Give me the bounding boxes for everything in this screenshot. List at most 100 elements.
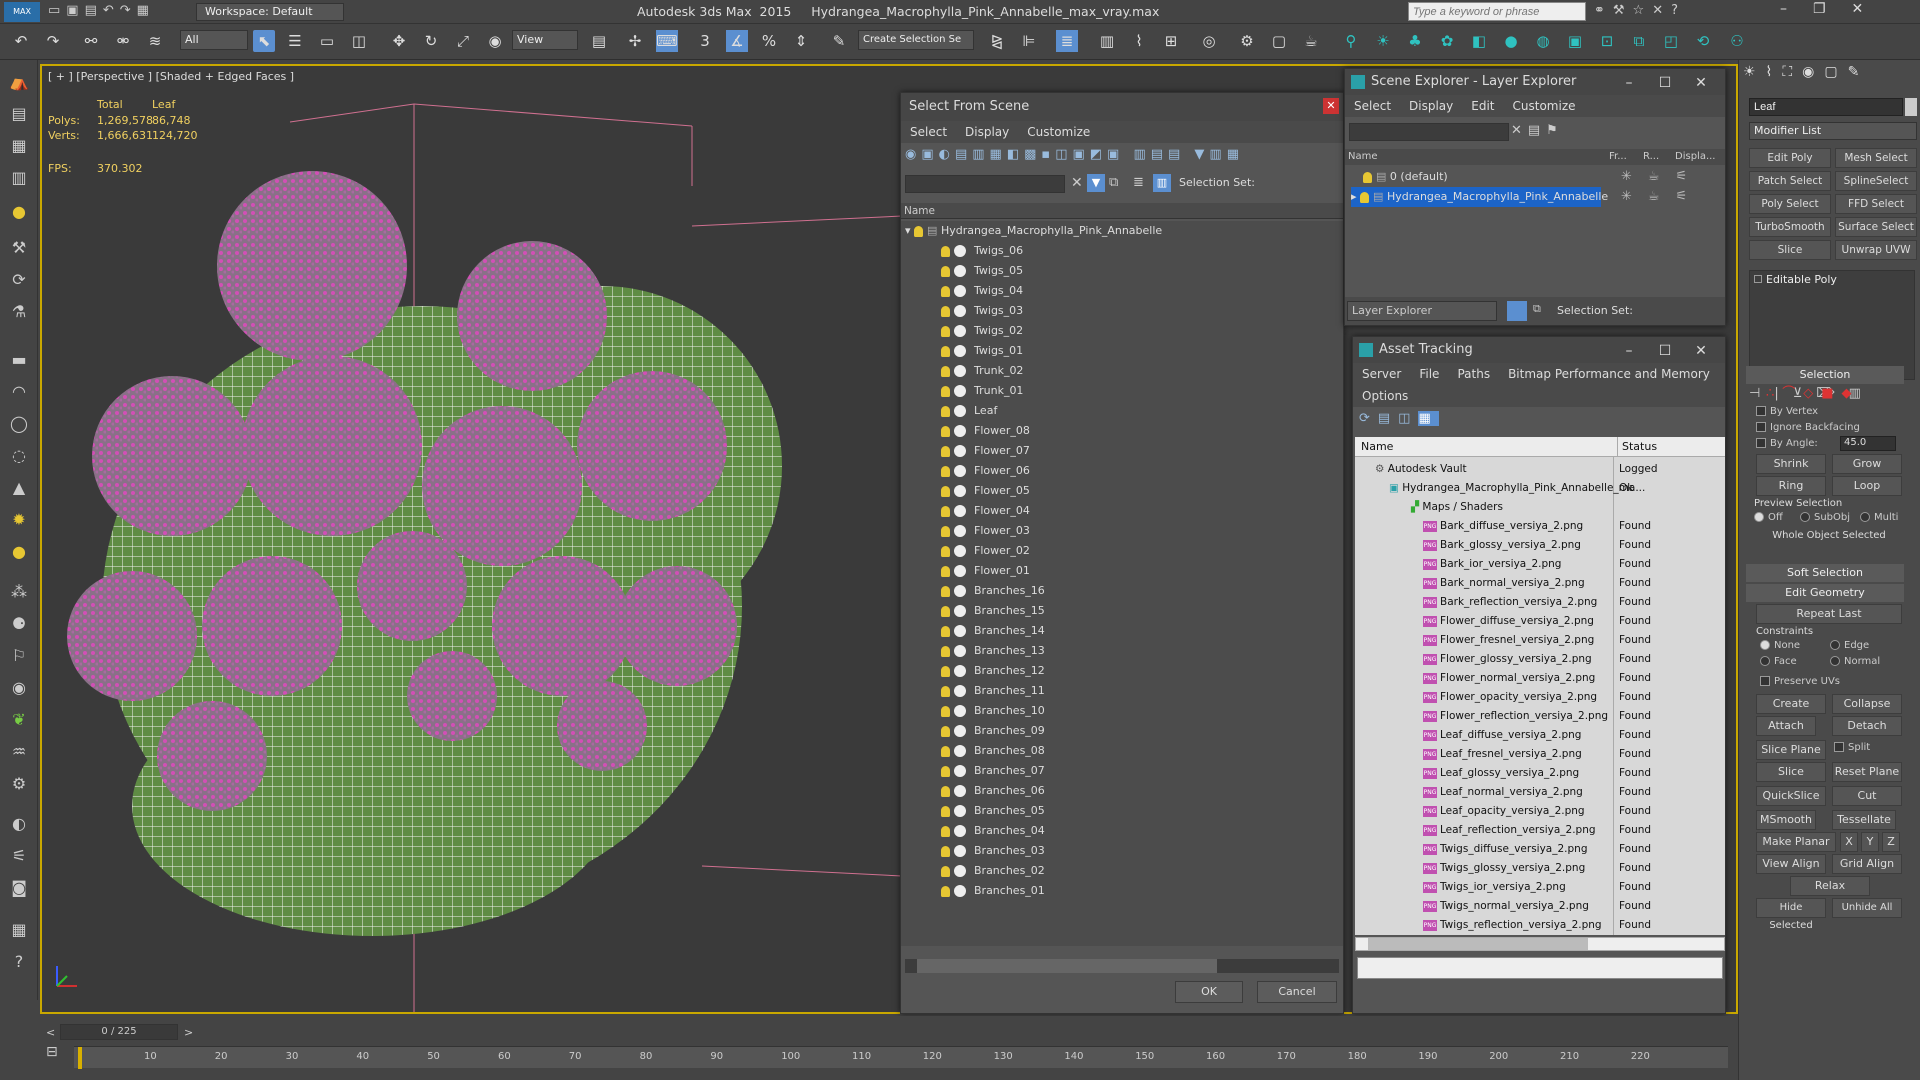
planar-x-button[interactable]: X [1840,832,1858,852]
asset-row-vault[interactable]: ⚙ Autodesk Vault [1375,459,1467,479]
visibility-bulb-icon[interactable] [941,745,950,757]
reset-plane-button[interactable]: Reset Plane [1832,762,1902,782]
cut-button[interactable]: Cut [1832,786,1902,806]
scene-item-row[interactable]: Branches_08 [941,741,1045,761]
preview-off-radio[interactable]: Off [1754,512,1783,523]
select-manipulate-icon[interactable]: ✢ [624,30,646,52]
asset-row-maps[interactable]: ▞ Maps / Shaders [1411,497,1503,517]
col-freeze[interactable]: Fr... [1609,149,1627,165]
modifier-button[interactable]: Patch Select [1749,171,1831,191]
tools-icon[interactable]: ⚟ [6,844,32,868]
cone-icon[interactable]: ▲ [6,476,32,500]
constraint-normal-radio[interactable]: Normal [1830,656,1880,667]
grid-icon[interactable]: ▦ [6,918,32,942]
maximize-icon[interactable]: ☐ [1647,337,1683,365]
hierarchy-icon[interactable]: ⧉ [1109,175,1118,190]
vray-ir-icon[interactable]: ⧉ [1628,30,1650,52]
col-name[interactable]: Name [1348,149,1378,165]
sphere-icon[interactable]: ◯ [6,412,32,436]
placement-icon[interactable]: ◉ [484,30,506,52]
hair-icon[interactable]: ♒ [6,740,32,764]
slice-button[interactable]: Slice [1756,762,1826,782]
visibility-bulb-icon[interactable] [941,865,950,877]
current-frame-marker[interactable] [78,1047,82,1069]
align-icon[interactable]: ⊫ [1018,30,1040,52]
visibility-bulb-icon[interactable] [941,485,950,497]
visibility-bulb-icon[interactable] [941,505,950,517]
close-icon[interactable]: ✕ [1683,69,1719,97]
menu-display[interactable]: Display [1400,95,1462,117]
planar-z-button[interactable]: Z [1882,832,1900,852]
scene-item-row[interactable]: Flower_08 [941,421,1030,441]
selection-filter-dropdown[interactable]: All [180,30,248,50]
material-editor-icon[interactable]: ◎ [1198,30,1220,52]
reference-coord-dropdown[interactable]: View [512,30,578,50]
object-name-field[interactable] [1749,98,1903,116]
stack-item-editable-poly[interactable]: Editable Poly [1750,271,1914,288]
curve-editor-icon[interactable]: ⌇ [1128,30,1150,52]
by-angle-check[interactable]: By Angle: [1756,438,1818,449]
modifier-button[interactable]: SplineSelect [1835,171,1917,191]
visibility-bulb-icon[interactable] [941,605,950,617]
scene-item-row[interactable]: Branches_11 [941,681,1045,701]
scene-item-row[interactable]: Leaf [941,401,997,421]
subobject-level-icons[interactable]: ∴⌒◇■◆ [1766,382,1860,401]
visibility-bulb-icon[interactable] [941,325,950,337]
scene-item-row[interactable]: Flower_06 [941,461,1030,481]
scene-item-row[interactable]: Flower_07 [941,441,1030,461]
vray-toggle-icon[interactable]: ⟲ [1692,30,1714,52]
material-icon[interactable]: ◐ [6,812,32,836]
scale-icon[interactable]: ⤢ [452,30,474,52]
asset-map-row[interactable]: PNG Bark_glossy_versiya_2.png [1423,535,1581,555]
scene-item-row[interactable]: Twigs_03 [941,301,1023,321]
visibility-bulb-icon[interactable] [941,585,950,597]
close-icon[interactable]: ✕ [1683,337,1719,365]
asset-map-row[interactable]: PNG Flower_reflection_versiya_2.png [1423,706,1608,726]
command-panel-tabs[interactable]: ☀⌇⛶◉▢✎ [1743,64,1869,80]
light-icon[interactable]: ● [6,200,32,224]
create-icon[interactable]: ⛺ [6,70,32,94]
scene-item-row[interactable]: Branches_09 [941,721,1045,741]
asset-path-input[interactable] [1357,957,1723,979]
attach-button[interactable]: Attach [1756,716,1816,736]
angle-snap-icon[interactable]: ∡ [726,30,748,52]
modifier-button[interactable]: Surface Select [1835,217,1917,237]
rotate-icon[interactable]: ↻ [420,30,442,52]
hierarchy-mode-icon[interactable]: ⧉ [1533,302,1541,316]
visibility-bulb-icon[interactable] [941,645,950,657]
particle-icon[interactable]: ⁂ [6,580,32,604]
menu-server[interactable]: Server [1353,363,1410,385]
asset-map-row[interactable]: PNG Leaf_normal_versiya_2.png [1423,782,1583,802]
grid-align-button[interactable]: Grid Align [1832,854,1902,874]
asset-map-row[interactable]: PNG Flower_diffuse_versiya_2.png [1423,611,1594,631]
close-icon[interactable]: ✕ [1323,98,1339,114]
infocenter-icons[interactable]: ⚭⚒☆✕? [1594,3,1686,18]
visibility-bulb-icon[interactable] [941,705,950,717]
next-frame-icon[interactable]: > [184,1026,193,1039]
search-input[interactable] [1408,2,1586,21]
tessellate-button[interactable]: Tessellate [1832,810,1896,830]
scene-item-row[interactable]: Branches_04 [941,821,1045,841]
scene-item-row[interactable]: Trunk_01 [941,381,1023,401]
scene-item-row[interactable]: Twigs_06 [941,241,1023,261]
minimize-icon[interactable]: – [1611,69,1647,97]
visibility-bulb-icon[interactable] [941,265,950,277]
layer-tool-icons[interactable]: ✕▤⚑ [1511,123,1564,138]
asset-map-row[interactable]: PNG Bark_normal_versiya_2.png [1423,573,1585,593]
ignore-backfacing-check[interactable]: Ignore Backfacing [1756,422,1860,433]
visibility-bulb-icon[interactable] [941,885,950,897]
scene-item-row[interactable]: Branches_01 [941,881,1045,901]
layer-find-input[interactable] [1349,123,1509,141]
modifier-button[interactable]: TurboSmooth [1749,217,1831,237]
asset-hscroll[interactable] [1355,937,1725,951]
vray-light-icon[interactable]: ⚲ [1340,30,1362,52]
asset-map-row[interactable]: PNG Leaf_glossy_versiya_2.png [1423,763,1579,783]
toggle-scene-explorer-icon[interactable]: ▥ [1096,30,1118,52]
visibility-bulb-icon[interactable] [941,765,950,777]
plane-icon[interactable]: ▬ [6,348,32,372]
modifier-button[interactable]: Slice [1749,240,1831,260]
named-selection-dropdown[interactable]: Create Selection Se [858,30,974,50]
move-icon[interactable]: ✥ [388,30,410,52]
select-object-icon[interactable]: ⬉ [253,30,275,52]
visibility-bulb-icon[interactable] [941,285,950,297]
